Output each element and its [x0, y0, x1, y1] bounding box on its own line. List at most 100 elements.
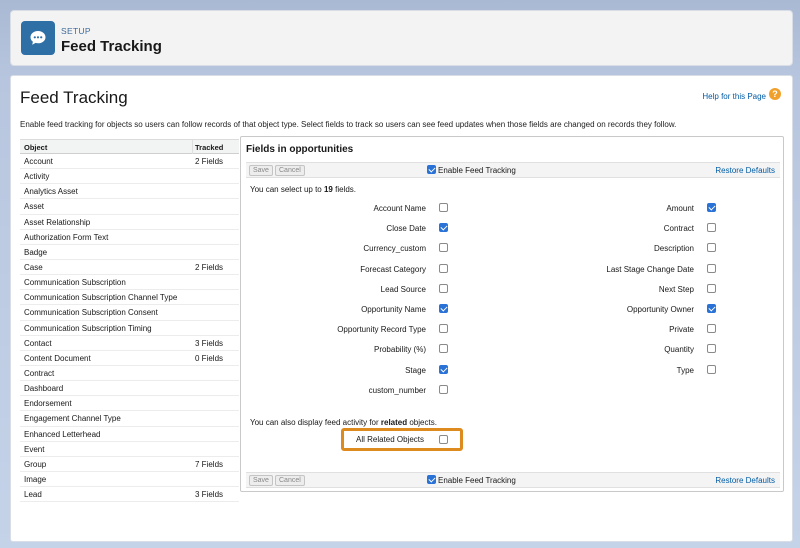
object-name[interactable]: Badge: [24, 248, 47, 257]
object-row[interactable]: Content Document 0 Fields: [20, 351, 239, 366]
help-for-this-page-link[interactable]: Help for this Page: [702, 92, 766, 101]
select-limit-text: You can select up to 19 fields.: [250, 185, 357, 194]
object-row[interactable]: Case 2 Fields: [20, 260, 239, 276]
object-name[interactable]: Communication Subscription Timing: [24, 324, 152, 333]
object-row[interactable]: Event: [20, 442, 239, 457]
field-checkbox[interactable]: [439, 324, 448, 334]
object-name[interactable]: Contact: [24, 339, 52, 348]
object-name[interactable]: Authorization Form Text: [24, 233, 108, 242]
object-name[interactable]: Group: [24, 460, 46, 469]
object-name[interactable]: Account: [24, 157, 53, 166]
object-tracked-count: 3 Fields: [195, 338, 224, 348]
object-row[interactable]: Asset: [20, 199, 239, 215]
object-name[interactable]: Analytics Asset: [24, 187, 78, 196]
object-row[interactable]: Group 7 Fields: [20, 457, 239, 472]
field-label: Last Stage Change Date: [606, 264, 694, 274]
object-name[interactable]: Lead: [24, 490, 42, 499]
object-row[interactable]: Asset Relationship: [20, 215, 239, 230]
object-row[interactable]: Engagement Channel Type: [20, 411, 239, 427]
object-name[interactable]: Activity: [24, 172, 49, 181]
column-object: Object: [24, 143, 48, 152]
field-checkbox[interactable]: [439, 223, 448, 233]
help-icon[interactable]: ?: [769, 88, 781, 100]
all-related-objects-highlight: All Related Objects: [341, 428, 463, 451]
all-related-objects-checkbox[interactable]: [439, 435, 448, 444]
object-row[interactable]: Communication Subscription Channel Type: [20, 290, 239, 306]
field-label: Close Date: [386, 224, 426, 234]
object-row[interactable]: Dashboard: [20, 381, 239, 397]
object-name[interactable]: Engagement Channel Type: [24, 414, 121, 423]
object-row[interactable]: Contact 3 Fields: [20, 336, 239, 351]
field-checkbox[interactable]: [439, 304, 448, 313]
object-name[interactable]: Asset Relationship: [24, 218, 90, 227]
restore-defaults-link-bottom[interactable]: Restore Defaults: [715, 476, 775, 485]
enable-feed-tracking-checkbox-bottom[interactable]: [427, 475, 436, 485]
field-checkbox[interactable]: [439, 263, 448, 273]
object-row[interactable]: Communication Subscription Timing: [20, 321, 239, 336]
object-row[interactable]: Activity: [20, 169, 239, 185]
save-button[interactable]: Save: [249, 165, 273, 176]
object-name[interactable]: Case: [24, 263, 43, 272]
field-label: Account Name: [373, 204, 426, 213]
cancel-button[interactable]: Cancel: [275, 165, 305, 176]
cancel-button-bottom[interactable]: Cancel: [275, 475, 305, 486]
enable-feed-tracking-label: Enable Feed Tracking: [438, 166, 516, 175]
object-tracked-count: 2 Fields: [195, 157, 224, 166]
field-checkbox[interactable]: [707, 324, 716, 334]
enable-feed-tracking-toggle-bottom[interactable]: Enable Feed Tracking: [427, 475, 516, 485]
field-checkbox[interactable]: [707, 283, 716, 293]
save-button-bottom[interactable]: Save: [249, 475, 273, 486]
object-name[interactable]: Contract: [24, 369, 54, 378]
object-name[interactable]: Image: [24, 475, 46, 484]
field-checkbox[interactable]: [707, 304, 716, 313]
top-button-bar: Save Cancel Enable Feed Tracking Restore…: [246, 162, 780, 178]
page-title: Feed Tracking: [20, 88, 128, 107]
field-checkbox[interactable]: [439, 243, 448, 253]
field-label: Amount: [666, 204, 694, 213]
field-checkbox[interactable]: [439, 203, 448, 212]
object-row[interactable]: Analytics Asset: [20, 184, 239, 200]
object-row[interactable]: Authorization Form Text: [20, 230, 239, 245]
field-checkbox[interactable]: [439, 344, 448, 354]
field-checkbox[interactable]: [707, 243, 716, 253]
object-name[interactable]: Communication Subscription Channel Type: [24, 293, 177, 302]
field-checkbox[interactable]: [439, 283, 448, 293]
object-name[interactable]: Dashboard: [24, 384, 63, 393]
object-row[interactable]: Enhanced Letterhead: [20, 427, 239, 442]
field-checkbox[interactable]: [707, 223, 716, 233]
object-list: Object Tracked Account 2 Fields Activity An…: [20, 139, 239, 539]
enable-feed-tracking-checkbox[interactable]: [427, 165, 436, 175]
field-checkbox[interactable]: [707, 263, 716, 273]
object-name[interactable]: Event: [24, 445, 44, 454]
field-checkbox[interactable]: [707, 344, 716, 354]
object-name[interactable]: Endorsement: [24, 399, 72, 408]
object-row[interactable]: Lead 3 Fields: [20, 487, 239, 503]
field-checkbox[interactable]: [707, 364, 716, 374]
object-row[interactable]: Contract: [20, 366, 239, 382]
field-label: Type: [676, 365, 694, 375]
object-row[interactable]: Communication Subscription: [20, 275, 239, 291]
object-name[interactable]: Enhanced Letterhead: [24, 430, 101, 439]
object-row[interactable]: Account 2 Fields: [20, 154, 239, 170]
object-name[interactable]: Communication Subscription: [24, 278, 126, 287]
object-name[interactable]: Asset: [24, 202, 44, 211]
object-name[interactable]: Communication Subscription Consent: [24, 308, 158, 317]
object-row[interactable]: Image: [20, 472, 239, 488]
field-checkbox[interactable]: [439, 384, 448, 394]
field-label: Private: [669, 325, 694, 335]
field-label: Probability (%): [373, 345, 426, 355]
feed-chat-icon: [21, 21, 55, 55]
setup-header: SETUP Feed Tracking: [10, 10, 793, 66]
object-row[interactable]: Communication Subscription Consent: [20, 305, 239, 321]
panel-title: Fields in opportunities: [246, 144, 354, 155]
object-row[interactable]: Endorsement: [20, 396, 239, 412]
object-name[interactable]: Content Document: [24, 354, 91, 363]
object-row[interactable]: Badge: [20, 245, 239, 260]
bottom-button-bar: Save Cancel Enable Feed Tracking Restore…: [246, 472, 780, 488]
field-checkbox[interactable]: [707, 203, 716, 212]
object-tracked-count: 2 Fields: [195, 262, 224, 272]
enable-feed-tracking-toggle[interactable]: Enable Feed Tracking: [427, 165, 516, 175]
all-related-objects-label: All Related Objects: [356, 435, 425, 444]
restore-defaults-link[interactable]: Restore Defaults: [715, 166, 775, 175]
field-checkbox[interactable]: [439, 364, 448, 374]
